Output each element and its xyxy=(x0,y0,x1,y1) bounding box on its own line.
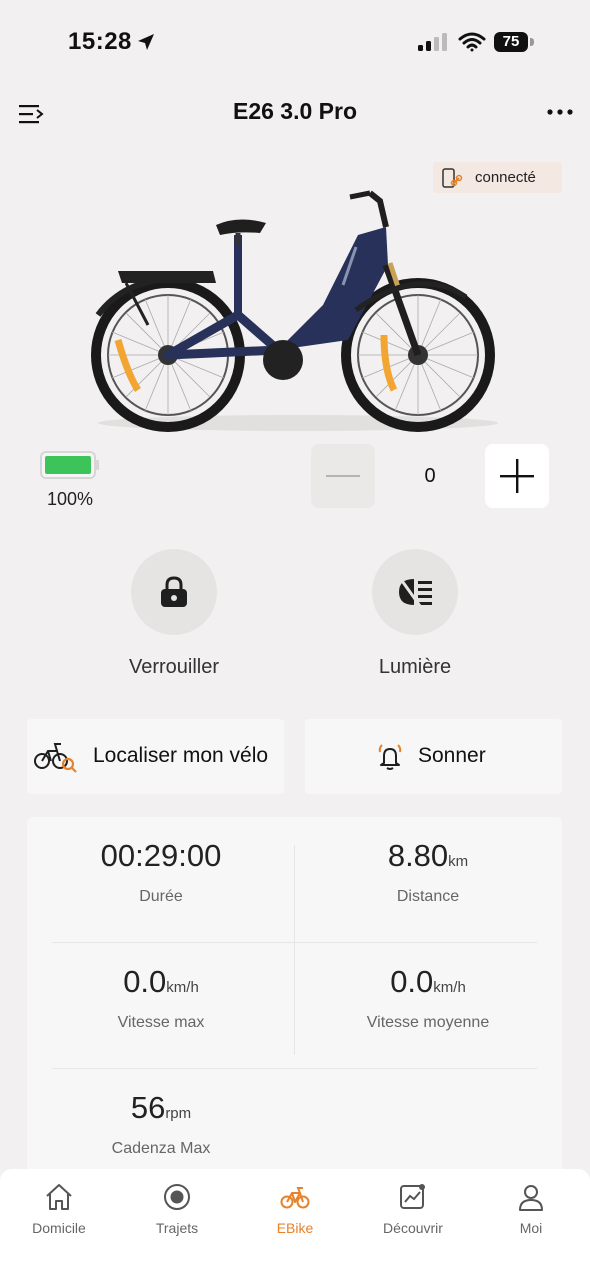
locate-bike-label: Localiser mon vélo xyxy=(93,744,269,767)
nav-label-rides: Trajets xyxy=(155,1220,199,1236)
bike-icon xyxy=(280,1187,310,1209)
lock-label: Verrouiller xyxy=(128,656,220,678)
nav-item-rides[interactable]: Trajets xyxy=(118,1180,236,1240)
plus-icon xyxy=(500,459,534,493)
nav-label-discover: Découvrir xyxy=(383,1220,443,1236)
ring-bell-label: Sonner xyxy=(418,744,486,767)
status-time: 15:28 xyxy=(68,28,132,55)
nav-item-profile[interactable]: Moi xyxy=(472,1180,590,1240)
max-cadence-value: 56rpm xyxy=(130,1090,192,1125)
light-off-icon xyxy=(398,577,432,607)
avg-speed-label: Vitesse moyenne xyxy=(366,1014,490,1031)
ring-bell-button[interactable]: Sonner xyxy=(305,719,562,794)
bike-search-icon xyxy=(34,743,77,773)
location-arrow-icon xyxy=(138,34,154,50)
chart-icon xyxy=(400,1184,425,1209)
nav-label-profile: Moi xyxy=(519,1220,543,1236)
avg-speed-value: 0.0km/h xyxy=(390,964,466,999)
nav-label-home: Domicile xyxy=(32,1220,86,1236)
distance-unit: km xyxy=(448,853,469,870)
more-options-icon[interactable] xyxy=(546,102,574,122)
distance-label: Distance xyxy=(396,888,460,905)
nav-label-ebike: EBike xyxy=(276,1220,314,1236)
light-label: Lumière xyxy=(378,656,452,678)
max-cadence-label: Cadenza Max xyxy=(111,1140,211,1157)
light-button[interactable] xyxy=(372,549,458,635)
user-icon xyxy=(519,1185,543,1211)
nav-item-discover[interactable]: Découvrir xyxy=(354,1180,472,1240)
locate-bike-button[interactable]: Localiser mon vélo xyxy=(27,719,284,794)
nav-item-home[interactable]: Domicile xyxy=(0,1180,118,1240)
max-speed-unit: km/h xyxy=(166,979,199,996)
duration-value: 00:29:00 xyxy=(100,838,222,873)
battery-nub xyxy=(530,38,534,46)
record-icon xyxy=(164,1184,190,1210)
wifi-icon xyxy=(458,32,486,52)
avg-speed-unit: km/h xyxy=(433,979,466,996)
assist-level-value: 0 xyxy=(424,465,436,487)
stats-divider xyxy=(52,1068,537,1069)
minus-icon xyxy=(326,475,360,477)
max-cadence-unit: rpm xyxy=(165,1105,192,1122)
nav-item-ebike[interactable]: EBike xyxy=(236,1180,354,1240)
assist-increase-button[interactable] xyxy=(485,444,549,508)
lock-icon xyxy=(161,576,187,607)
bike-image xyxy=(91,190,498,432)
max-speed-label: Vitesse max xyxy=(117,1014,205,1031)
status-battery: 75 xyxy=(494,32,528,52)
bell-icon xyxy=(378,744,402,770)
battery-percentage: 100% xyxy=(46,489,94,509)
stats-divider xyxy=(52,942,537,943)
cellular-signal-icon xyxy=(418,33,447,51)
max-speed-value: 0.0km/h xyxy=(123,964,199,999)
assist-decrease-button[interactable] xyxy=(311,444,375,508)
duration-label: Durée xyxy=(139,888,183,905)
lock-button[interactable] xyxy=(131,549,217,635)
distance-value: 8.80km xyxy=(387,838,469,873)
battery-level-icon xyxy=(40,451,99,479)
page-title: E26 3.0 Pro xyxy=(232,98,358,124)
home-icon xyxy=(46,1184,72,1210)
